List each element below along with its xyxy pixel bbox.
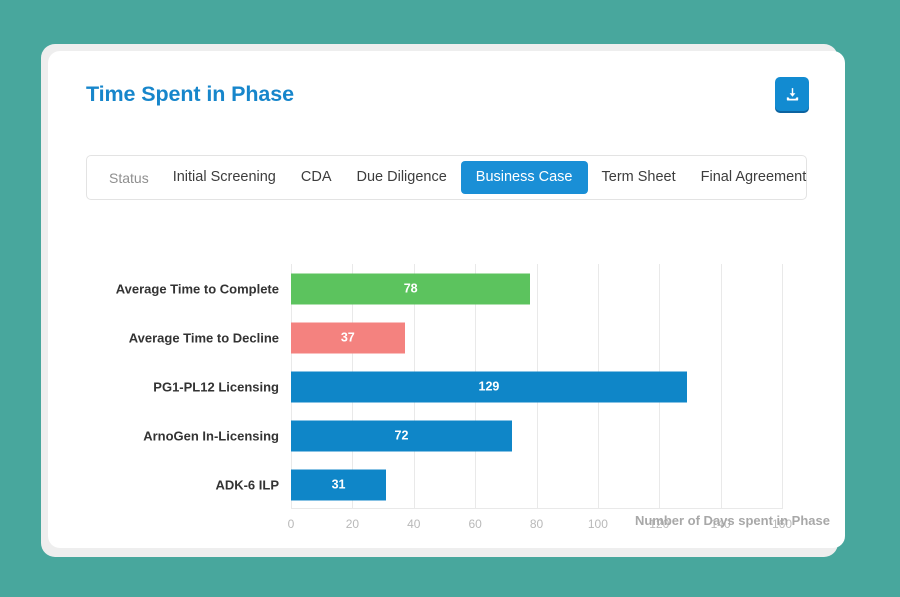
x-tick-label: 100 <box>587 517 608 531</box>
tab-business-case[interactable]: Business Case <box>460 160 588 195</box>
bar-category-label: Average Time to Complete <box>115 281 279 296</box>
bar-segment[interactable]: 37 <box>291 322 405 353</box>
download-button[interactable] <box>775 77 809 111</box>
bar-category-label: Average Time to Decline <box>128 330 279 345</box>
chart-card: Time Spent in Phase Status Initial Scree… <box>48 51 845 548</box>
bar-category-label: PG1-PL12 Licensing <box>153 379 279 394</box>
table-row: ADK-6 ILP 31 <box>215 460 782 509</box>
x-axis-line <box>291 508 782 509</box>
bar-value-label: 72 <box>394 428 409 443</box>
tabbar: Status Initial Screening CDA Due Diligen… <box>86 155 807 200</box>
x-tick-label: 40 <box>407 517 421 531</box>
x-axis-title: Number of Days spent in Phase <box>634 513 830 528</box>
bar-category-label: ArnoGen In-Licensing <box>143 428 279 443</box>
tab-cda[interactable]: CDA <box>290 162 343 193</box>
gridline <box>782 264 783 509</box>
bar-segment[interactable]: 31 <box>291 469 387 500</box>
bar-value-label: 78 <box>403 281 418 296</box>
x-tick-label: 0 <box>287 517 295 531</box>
tab-term-sheet[interactable]: Term Sheet <box>591 162 687 193</box>
x-tick-label: 60 <box>468 517 482 531</box>
plot-area: Average Time to Complete 78 Average Time… <box>116 264 792 531</box>
page-title: Time Spent in Phase <box>86 82 294 106</box>
table-row: ArnoGen In-Licensing 72 <box>143 411 782 460</box>
download-icon <box>784 86 801 103</box>
bar-rows: Average Time to Complete 78 Average Time… <box>116 264 782 509</box>
tabbar-status-label: Status <box>109 169 149 186</box>
x-tick-label: 20 <box>345 517 360 531</box>
table-row: Average Time to Decline 37 <box>129 313 782 362</box>
bar-segment[interactable]: 72 <box>291 420 512 451</box>
bar-chart: Average Time to Complete 78 Average Time… <box>48 216 845 548</box>
x-tick-label: 80 <box>529 517 544 531</box>
bar-segment[interactable]: 129 <box>291 371 687 402</box>
tab-initial-screening[interactable]: Initial Screening <box>162 162 287 193</box>
bar-value-label: 129 <box>478 379 500 394</box>
table-row: Average Time to Complete 78 <box>116 264 782 313</box>
bar-category-label: ADK-6 ILP <box>215 477 279 492</box>
card-header: Time Spent in Phase <box>48 51 845 129</box>
tab-due-diligence[interactable]: Due Diligence <box>346 162 458 193</box>
bar-segment[interactable]: 78 <box>291 273 531 304</box>
bar-value-label: 31 <box>331 477 346 492</box>
bar-value-label: 37 <box>340 330 355 345</box>
tab-final-agreement[interactable]: Final Agreement <box>690 162 818 193</box>
table-row: PG1-PL12 Licensing 129 <box>153 362 782 411</box>
